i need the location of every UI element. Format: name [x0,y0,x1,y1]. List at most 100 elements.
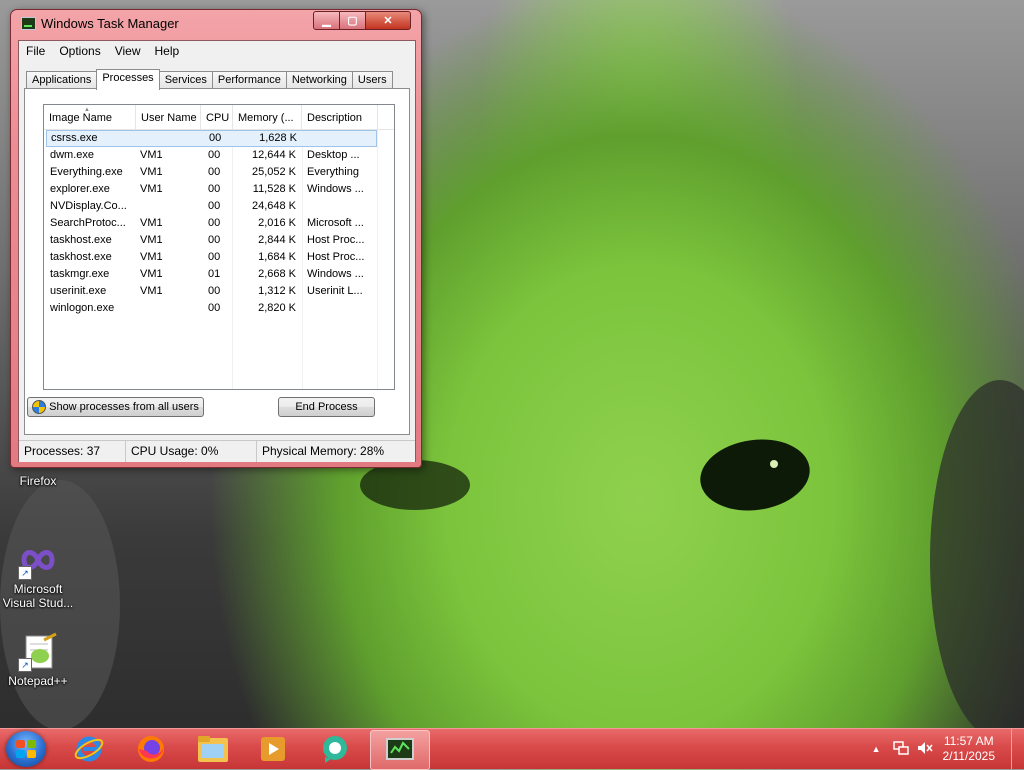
process-name-cell: NVDisplay.Co... [50,200,127,212]
show-hidden-icons-icon[interactable]: ▲ [872,744,881,754]
clock[interactable]: 11:57 AM 2/11/2025 [943,734,996,764]
cpu-cell: 00 [208,251,221,263]
process-list-header: ▲ Image Name User Name CPU Memory (... D… [44,105,394,130]
cpu-cell: 00 [209,132,222,144]
table-row[interactable]: NVDisplay.Co... 00 24,648 K [44,198,394,215]
tab-networking[interactable]: Networking [285,71,353,89]
table-row[interactable]: winlogon.exe 00 2,820 K [44,300,394,317]
description-cell: Windows ... [307,183,364,195]
menu-options[interactable]: Options [52,44,107,58]
sort-ascending-icon: ▲ [84,107,90,113]
notepad-plus-plus-icon: ↗ [18,632,58,672]
menu-file[interactable]: File [19,44,52,58]
show-all-processes-label: Show processes from all users [49,401,199,413]
tab-performance[interactable]: Performance [211,71,287,89]
memory-cell: 1,628 K [259,132,297,144]
shortcut-arrow-icon: ↗ [18,658,32,672]
firefox-icon [138,736,164,762]
process-name-cell: SearchProtoc... [50,217,126,229]
user-name-cell: VM1 [140,268,163,280]
status-cpu-usage: CPU Usage: 0% [126,441,257,462]
chat-app-icon [323,736,347,763]
taskbar-media-player[interactable] [244,730,302,768]
column-image-name[interactable]: ▲ Image Name [44,105,136,129]
tab-users[interactable]: Users [351,71,393,89]
description-cell: Everything [307,166,359,178]
process-name-cell: winlogon.exe [50,302,115,314]
desktop-icon-notepad-plus-plus[interactable]: ↗ Notepad++ [0,632,76,688]
taskbar-internet-explorer[interactable] [60,730,118,768]
system-tray: ▲ 11:57 AM 2/11/2025 [872,729,1024,769]
column-description[interactable]: Description [302,105,378,129]
processes-panel: ▲ Image Name User Name CPU Memory (... D… [24,88,410,435]
memory-cell: 1,312 K [258,285,296,297]
network-icon[interactable] [892,740,909,758]
cpu-cell: 00 [208,217,221,229]
volume-muted-icon[interactable] [917,741,933,758]
window-titlebar[interactable]: Windows Task Manager ▁ ▢ ✕ [11,10,421,36]
process-list[interactable]: ▲ Image Name User Name CPU Memory (... D… [43,104,395,390]
description-cell: Microsoft ... [307,217,364,229]
menu-view[interactable]: View [108,44,148,58]
taskbar-chat-app[interactable] [306,730,364,768]
tab-services[interactable]: Services [158,71,213,89]
maximize-button[interactable]: ▢ [339,11,366,30]
cpu-cell: 00 [208,234,221,246]
desktop-icon-visual-studio[interactable]: ↗ Microsoft Visual Stud... [0,540,76,610]
taskbar-task-manager[interactable] [370,730,430,770]
memory-cell: 2,016 K [258,217,296,229]
description-cell: Windows ... [307,268,364,280]
desktop-icon-firefox[interactable]: Firefox [0,474,76,488]
windows-logo-icon [16,740,36,758]
cpu-cell: 00 [208,183,221,195]
process-rows: csrss.exe 00 1,628 K dwm.exe VM1 00 12,644 K De… [44,130,394,317]
cpu-cell: 00 [208,200,221,212]
tab-processes[interactable]: Processes [96,69,160,90]
close-button[interactable]: ✕ [365,11,411,30]
table-row[interactable]: dwm.exe VM1 00 12,644 K Desktop ... [44,147,394,164]
table-row[interactable]: csrss.exe 00 1,628 K [46,130,377,147]
start-button[interactable] [6,731,46,767]
user-name-cell: VM1 [140,217,163,229]
taskbar-firefox[interactable] [122,730,180,768]
tab-applications[interactable]: Applications [26,71,98,89]
memory-cell: 12,644 K [251,149,296,161]
process-name-cell: taskhost.exe [50,234,112,246]
table-row[interactable]: userinit.exe VM1 00 1,312 K Userinit L... [44,283,394,300]
taskbar-file-explorer[interactable] [184,730,242,768]
column-cpu[interactable]: CPU [201,105,233,129]
user-name-cell: VM1 [140,183,163,195]
tab-strip: Applications Processes Services Performa… [26,69,393,90]
memory-cell: 25,052 K [251,166,296,178]
menu-help[interactable]: Help [148,44,187,58]
visual-studio-icon: ↗ [18,540,58,580]
maximize-icon: ▢ [347,15,358,27]
show-desktop-button[interactable] [1011,729,1024,769]
process-name-cell: dwm.exe [50,149,95,161]
media-player-icon [261,737,285,761]
status-physical-memory: Physical Memory: 28% [262,444,385,458]
process-name-cell: taskhost.exe [50,251,112,263]
column-memory[interactable]: Memory (... [233,105,302,129]
table-row[interactable]: taskmgr.exe VM1 01 2,668 K Windows ... [44,266,394,283]
table-row[interactable]: taskhost.exe VM1 00 1,684 K Host Proc... [44,249,394,266]
task-manager-window: Windows Task Manager ▁ ▢ ✕ File Options … [10,9,422,468]
internet-explorer-icon [74,736,104,762]
process-name-cell: userinit.exe [50,285,107,297]
column-user-name[interactable]: User Name [136,105,201,129]
show-all-processes-button[interactable]: Show processes from all users [27,397,204,417]
column-label: Image Name [49,112,112,124]
end-process-button[interactable]: End Process [278,397,375,417]
window-client-area: File Options View Help Applications Proc… [18,40,416,462]
table-row[interactable]: explorer.exe VM1 00 11,528 K Windows ... [44,181,394,198]
minimize-button[interactable]: ▁ [313,11,340,30]
table-row[interactable]: Everything.exe VM1 00 25,052 K Everything [44,164,394,181]
minimize-icon: ▁ [322,15,331,27]
memory-cell: 2,820 K [258,302,296,314]
memory-cell: 2,844 K [258,234,296,246]
user-name-cell: VM1 [140,234,163,246]
table-row[interactable]: taskhost.exe VM1 00 2,844 K Host Proc... [44,232,394,249]
table-row[interactable]: SearchProtoc... VM1 00 2,016 K Microsoft ... [44,215,394,232]
description-cell: Desktop ... [307,149,360,161]
process-name-cell: csrss.exe [51,132,98,144]
